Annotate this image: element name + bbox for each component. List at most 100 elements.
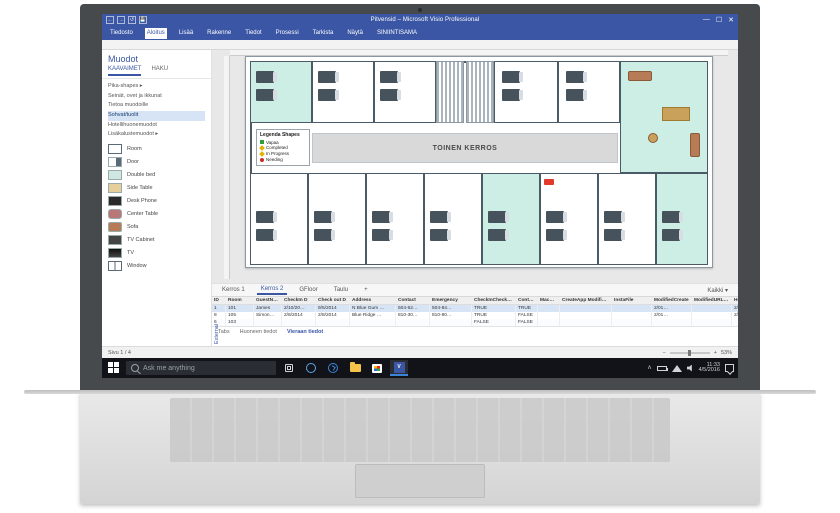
shape-item-tv[interactable]: TV [108, 248, 205, 258]
tray-chevron-up-icon[interactable]: ˄ [647, 365, 651, 372]
page-tab[interactable]: Kerros 2 [257, 285, 288, 295]
tab-design[interactable]: Rakenne [205, 28, 233, 39]
bed[interactable] [546, 229, 564, 241]
edge-button[interactable] [324, 360, 342, 376]
col-header[interactable]: CheckIn D [282, 297, 316, 304]
col-header[interactable]: Emergency [430, 297, 472, 304]
page-tab-add[interactable]: + [360, 286, 372, 294]
bed[interactable] [318, 71, 336, 83]
col-header[interactable]: InstaFile [612, 297, 652, 304]
stencil-row[interactable]: Hotellihuonemuodot [108, 121, 205, 131]
table-row[interactable]: 1101James2/10/20…9/5/2014N Blue Gum …504… [212, 305, 738, 312]
bed[interactable] [256, 211, 274, 223]
start-button[interactable] [106, 360, 122, 376]
bed[interactable] [256, 229, 274, 241]
page-tab[interactable]: GFloor [295, 286, 321, 294]
shape-item-tv-cabinet[interactable]: TV Cabinet [108, 235, 205, 245]
bed[interactable] [314, 229, 332, 241]
bed[interactable] [488, 229, 506, 241]
tab-review[interactable]: Tarkista [311, 28, 336, 39]
tab-view[interactable]: Näytä [345, 28, 365, 39]
col-header[interactable]: Contact [396, 297, 430, 304]
bed[interactable] [380, 71, 398, 83]
maximize-button[interactable]: ☐ [716, 16, 722, 24]
tab-data[interactable]: Tiedot [243, 28, 263, 39]
bed[interactable] [430, 229, 448, 241]
visio-taskbar-button[interactable]: V [390, 360, 408, 376]
shape-item-room[interactable]: Room [108, 144, 205, 154]
bed[interactable] [372, 211, 390, 223]
shape-item-window[interactable]: Window [108, 261, 205, 271]
action-center-icon[interactable] [725, 364, 734, 372]
close-button[interactable]: ✕ [728, 16, 734, 24]
bed[interactable] [566, 89, 584, 101]
stencil-row[interactable]: Tietoa muodoille [108, 101, 205, 111]
battery-icon[interactable] [657, 366, 667, 371]
shape-item-double-bed[interactable]: Double bed [108, 170, 205, 180]
grid-footer-tab[interactable]: Huoneen tiedot [240, 329, 277, 335]
table-row[interactable]: 8105Simon…2/8/20142/8/2014Blue Ridge …81… [212, 312, 738, 319]
file-explorer-button[interactable] [346, 360, 364, 376]
qat-forward-button[interactable]: → [117, 16, 125, 24]
col-header[interactable]: Room [226, 297, 254, 304]
stencil-row[interactable]: Pika-shapes ▸ [108, 82, 205, 92]
bed[interactable] [546, 211, 564, 223]
tab-insert[interactable]: Lisää [177, 28, 195, 39]
col-header[interactable]: Check out D [316, 297, 350, 304]
tab-process[interactable]: Prosessi [274, 28, 301, 39]
sofa[interactable] [628, 71, 652, 81]
desk[interactable] [662, 107, 690, 121]
sofa[interactable] [690, 133, 700, 157]
bed[interactable] [502, 71, 520, 83]
external-data-tab[interactable]: External [214, 324, 220, 344]
bed[interactable] [662, 229, 680, 241]
col-header[interactable]: MachineApp [538, 297, 560, 304]
col-header[interactable]: CheckInCheckOut [472, 297, 516, 304]
center-table[interactable] [648, 133, 658, 143]
col-header[interactable]: Address [350, 297, 396, 304]
bed[interactable] [502, 89, 520, 101]
col-header[interactable]: ID [212, 297, 226, 304]
bed[interactable] [430, 211, 448, 223]
shape-item-center-table[interactable]: Center Table [108, 209, 205, 219]
zoom-in-button[interactable]: + [714, 350, 717, 356]
taskbar-clock[interactable]: 11:33 4/5/2016 [699, 363, 720, 374]
zoom-out-button[interactable]: − [663, 350, 666, 356]
cortana-button[interactable] [302, 360, 320, 376]
stencil-more[interactable]: Lisäkalustemuodot ▸ [108, 130, 205, 140]
shapes-subtab-stencils[interactable]: KAAVAIMET [108, 66, 141, 76]
col-header[interactable]: Content [516, 297, 538, 304]
store-button[interactable] [368, 360, 386, 376]
shape-item-side-table[interactable]: Side Table [108, 183, 205, 193]
bed[interactable] [662, 211, 680, 223]
bed[interactable] [488, 211, 506, 223]
bed[interactable] [372, 229, 390, 241]
qat-back-button[interactable]: ← [106, 16, 114, 24]
col-header[interactable]: ModifiedURL PathPath [692, 297, 732, 304]
shape-item-desk-phone[interactable]: Desk Phone [108, 196, 205, 206]
grid-footer-tab[interactable]: Vieraan tiedot [287, 329, 323, 335]
bed[interactable] [318, 89, 336, 101]
task-view-button[interactable] [280, 360, 298, 376]
page-tab[interactable]: Taulu [330, 286, 352, 294]
shape-item-door[interactable]: Door [108, 157, 205, 167]
zoom-control[interactable]: − + 53% [663, 350, 732, 356]
stencil-row[interactable]: Sohvat/tuolit [108, 111, 205, 121]
table-row[interactable]: 6103FALSEFALSE [212, 319, 738, 326]
tab-home[interactable]: Aloitus [145, 28, 167, 39]
tab-file[interactable]: Tiedosto [108, 28, 135, 39]
col-header[interactable]: HereTy… [732, 297, 738, 304]
shapes-subtab-search[interactable]: HAKU [151, 66, 168, 76]
bed[interactable] [604, 211, 622, 223]
bed[interactable] [256, 89, 274, 101]
drawing-canvas[interactable]: TOINEN KERROS Legenda Shapes Vapaa Compl… [212, 50, 738, 283]
page-tab[interactable]: Kerros 1 [218, 286, 249, 294]
minimize-button[interactable]: — [703, 16, 710, 24]
bed[interactable] [380, 89, 398, 101]
qat-save-button[interactable]: 💾 [139, 16, 147, 24]
bed[interactable] [604, 229, 622, 241]
page-tab-all[interactable]: Kaikki ▾ [703, 286, 732, 295]
wifi-icon[interactable] [672, 365, 682, 372]
bed[interactable] [566, 71, 584, 83]
shape-item-sofa[interactable]: Sofa [108, 222, 205, 232]
